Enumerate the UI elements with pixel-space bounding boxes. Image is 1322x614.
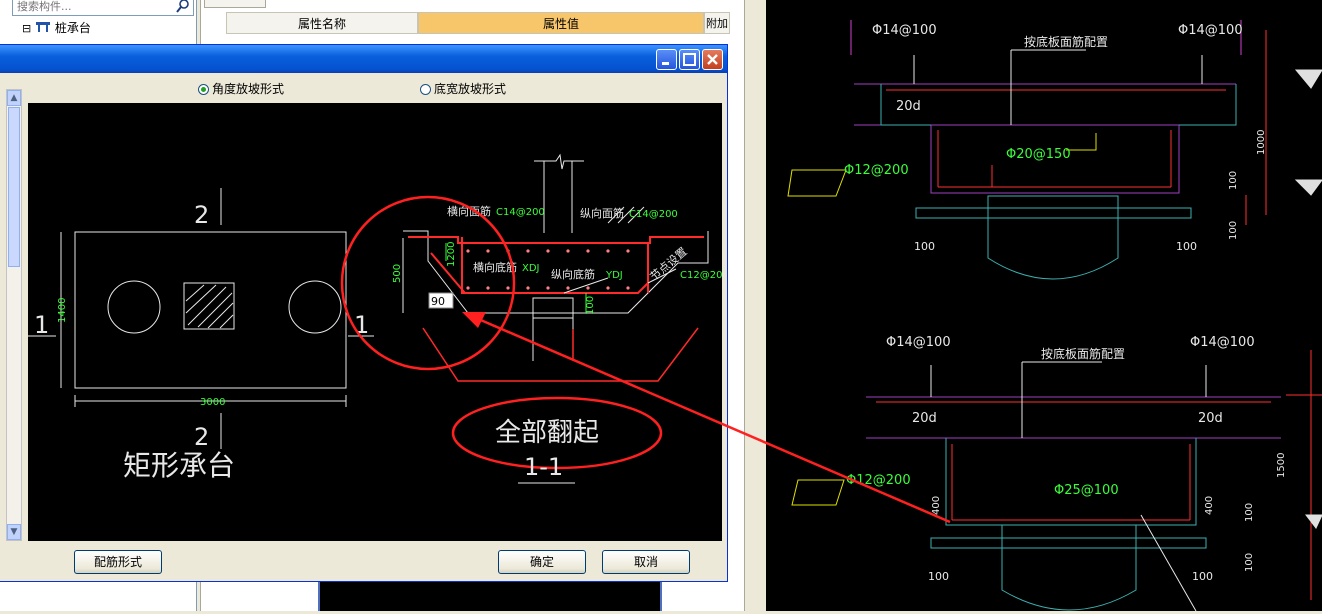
cancel-button[interactable]: 取消 (602, 550, 690, 574)
rebar-code-side[interactable]: C12@200 (680, 270, 729, 281)
rebar-code-bottom-transverse[interactable]: XDJ (522, 263, 540, 274)
cad-drawing-area: Φ14@100 Φ14@100 按底板面筋配置 20d Φ12@200 Φ20@… (766, 0, 1322, 612)
tree-collapse-icon[interactable]: ⊟ (22, 22, 31, 35)
cad-rebar-label: Φ14@100 (886, 335, 951, 350)
pile-cap-rebar-dialog: 角度放坡形式 底宽放坡形式 ▲ ▼ 2 2 1 1 1400 3000 矩形承台… (0, 44, 729, 582)
dim-cover-label: 100 (585, 296, 596, 315)
rebar-code-top-longitudinal[interactable]: C14@200 (629, 209, 678, 220)
cad-anchor-label: 20d (896, 99, 921, 114)
dim-depth-label: 500 (392, 264, 403, 283)
scroll-down-button[interactable]: ▼ (7, 524, 21, 540)
property-grid-header: 属性名称 属性值 附加 (226, 12, 730, 34)
pile-cap-outline (74, 231, 347, 389)
section-mark: 1 (354, 311, 369, 339)
radio-bottom-width-slope[interactable]: 底宽放坡形式 (420, 81, 506, 97)
cad-dim-label: 100 (928, 570, 949, 583)
column-header-name[interactable]: 属性名称 (226, 12, 418, 34)
cad-dim-label: 400 (931, 496, 942, 515)
rebar-form-button[interactable]: 配筋形式 (74, 550, 162, 574)
cad-rebar-label: Φ12@200 (844, 163, 909, 178)
cad-anchor-label: 20d (1198, 411, 1223, 426)
dialog-titlebar[interactable] (0, 45, 727, 73)
cad-rebar-label: Φ14@100 (1178, 23, 1243, 38)
rebar-label-bottom-longitudinal[interactable]: 纵向底筋 (551, 267, 595, 281)
dim-height-label: 1200 (446, 242, 457, 267)
radio-label: 底宽放坡形式 (434, 82, 507, 96)
section-mark: 1 (34, 311, 49, 339)
rebar-code-bottom-longitudinal[interactable]: YDJ (605, 270, 623, 281)
cad-dim-label: 100 (914, 240, 935, 253)
cad-dim-label: 1500 (1276, 453, 1287, 478)
search-icon[interactable] (175, 0, 191, 14)
cad-dim-label: 100 (1244, 553, 1255, 572)
column-header-extra[interactable]: 附加 (704, 12, 730, 34)
cad-rebar-label: Φ12@200 (846, 473, 911, 488)
close-icon (707, 54, 718, 65)
cad-dim-label: 100 (1192, 570, 1213, 583)
scroll-up-button[interactable]: ▲ (7, 90, 21, 106)
grid-scrollbar[interactable] (744, 0, 767, 611)
cad-rebar-label: Φ14@100 (872, 23, 937, 38)
cad-dim-label: 100 (1228, 221, 1239, 240)
section-label: 1-1 (524, 453, 563, 481)
dim-length-label: 3000 (200, 397, 225, 408)
rebar-code-top-transverse[interactable]: C14@200 (496, 207, 545, 218)
pile-circle (107, 280, 161, 334)
section-mark: 2 (194, 423, 209, 451)
cad-anchor-label: 20d (912, 411, 937, 426)
ok-button[interactable]: 确定 (498, 550, 586, 574)
radio-unchecked-icon[interactable] (420, 84, 431, 95)
maximize-button[interactable] (679, 49, 700, 70)
dim-width-label: 1400 (57, 298, 68, 323)
highlight-circle (340, 195, 516, 371)
cad-viewport-strip (318, 578, 662, 611)
annotation-text: 全部翻起 (495, 418, 599, 448)
minimize-button[interactable] (656, 49, 677, 70)
search-box[interactable] (12, 0, 194, 16)
maximize-icon (683, 53, 696, 66)
tree-item-label: 桩承台 (54, 21, 91, 35)
cad-dim-label: 100 (1176, 240, 1197, 253)
cad-note: 按底板面筋配置 (1024, 34, 1108, 49)
search-input[interactable] (13, 0, 171, 15)
cad-dim-label: 100 (1228, 171, 1239, 190)
rebar-preview-canvas: 2 2 1 1 1400 3000 矩形承台 横向面筋 C14@200 纵向面筋… (28, 103, 729, 541)
pile-circle (288, 280, 342, 334)
tree-item-pile-cap[interactable]: ⊟ 桩承台 (22, 20, 91, 36)
cad-dim-label: 100 (1244, 503, 1255, 522)
cad-rebar-label: Φ14@100 (1190, 335, 1255, 350)
cad-rebar-label: Φ20@150 (1006, 147, 1071, 162)
property-tab[interactable] (204, 0, 266, 8)
radio-angle-slope[interactable]: 角度放坡形式 (198, 81, 284, 97)
cad-dim-label: 400 (1204, 496, 1215, 515)
cad-rebar-label: Φ25@100 (1054, 483, 1119, 498)
radio-checked-icon[interactable] (198, 84, 209, 95)
minimize-icon (662, 62, 669, 65)
radio-label: 角度放坡形式 (212, 82, 285, 96)
column-header-value[interactable]: 属性值 (418, 12, 704, 34)
slope-angle-value[interactable]: 90 (431, 295, 445, 308)
rebar-label-top-longitudinal[interactable]: 纵向面筋 (580, 206, 624, 220)
plan-caption: 矩形承台 (123, 449, 235, 482)
cad-note: 按底板面筋配置 (1041, 346, 1125, 361)
slope-mode-radio-group: 角度放坡形式 底宽放坡形式 (28, 77, 722, 101)
cad-dim-label: 1000 (1256, 130, 1267, 155)
close-button[interactable] (702, 49, 723, 70)
dialog-vertical-scrollbar[interactable]: ▲ ▼ (6, 89, 22, 541)
section-mark: 2 (194, 201, 209, 229)
pile-cap-icon (36, 22, 51, 32)
scroll-thumb[interactable] (8, 107, 20, 267)
